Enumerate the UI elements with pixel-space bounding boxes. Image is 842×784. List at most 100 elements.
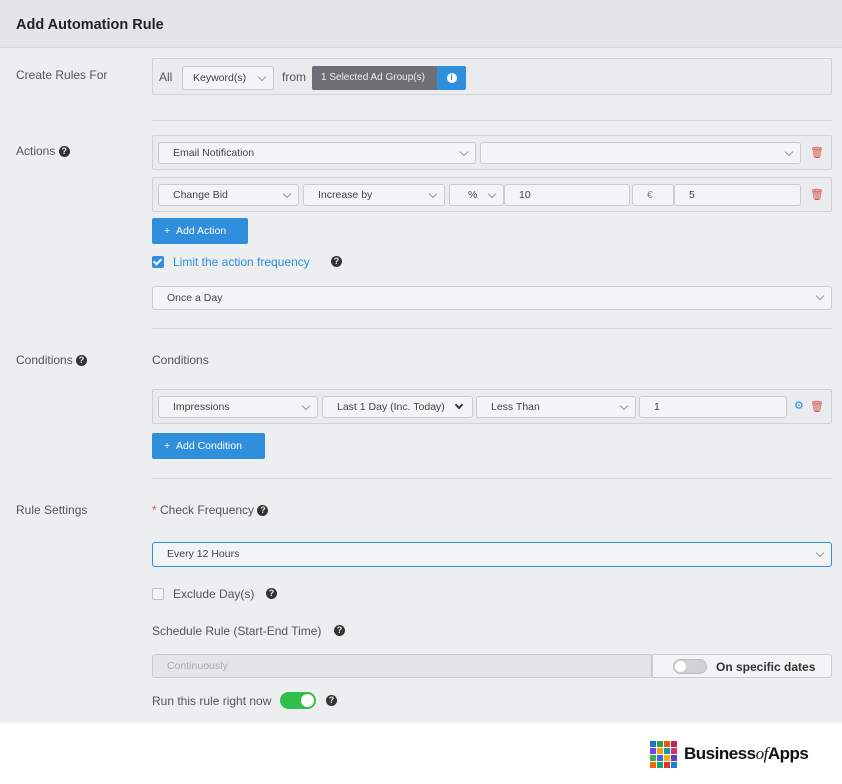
chevron-down-icon	[282, 189, 292, 199]
check-frequency-text: Check Frequency	[160, 503, 255, 517]
help-icon[interactable]: ?	[334, 625, 345, 636]
specific-dates-toggle[interactable]	[673, 659, 707, 674]
help-icon[interactable]: ?	[257, 505, 269, 517]
section-divider	[152, 120, 832, 121]
help-icon[interactable]: ?	[266, 588, 277, 599]
chevron-down-icon	[815, 548, 825, 558]
limit-input[interactable]: 5	[674, 184, 801, 206]
period-value: Last 1 Day (Inc. Today)	[337, 401, 445, 413]
actions-label: Actions ?	[16, 144, 70, 158]
currency-addon: €	[632, 184, 674, 206]
check-icon	[152, 256, 163, 266]
unit-select[interactable]: %	[449, 184, 504, 206]
trash-icon[interactable]: 🗑	[810, 188, 824, 201]
create-rules-label: Create Rules For	[16, 68, 108, 82]
currency-symbol: €	[647, 189, 653, 201]
chevron-down-icon	[459, 147, 469, 157]
add-condition-label: Add Condition	[175, 440, 242, 452]
chevron-down-icon	[619, 401, 629, 411]
action-select-2-value: Change Bid	[173, 189, 228, 201]
operator-select[interactable]: Less Than	[476, 396, 636, 418]
exclude-days-checkbox[interactable]	[152, 588, 164, 600]
conditions-heading: Conditions	[152, 353, 209, 367]
frequency-select[interactable]: Once a Day	[152, 286, 832, 310]
chevron-down-icon	[784, 147, 794, 157]
logo-wordmark: BusinessofApps	[684, 744, 809, 764]
chevron-down-icon	[454, 400, 464, 410]
limit-value: 5	[689, 189, 695, 201]
action-select-1[interactable]: Email Notification	[158, 142, 476, 164]
gear-icon[interactable]: ⚙	[794, 399, 804, 412]
chevron-down-icon	[301, 401, 311, 411]
check-frequency-label: * Check Frequency ?	[152, 503, 269, 517]
toggle-knob	[675, 661, 686, 672]
plus-icon: +	[164, 440, 171, 452]
panel-header: Add Automation Rule	[0, 0, 842, 48]
add-action-label: Add Action	[175, 225, 227, 237]
unit-value: %	[468, 189, 478, 201]
operator-value: Less Than	[491, 401, 540, 413]
chevron-down-icon	[257, 72, 267, 82]
info-glyph: i	[446, 73, 457, 83]
section-divider	[152, 478, 832, 479]
toggle-knob	[301, 694, 314, 707]
action-select-2[interactable]: Change Bid	[158, 184, 299, 206]
automation-rule-panel: Add Automation Rule Create Rules For All…	[0, 0, 842, 723]
chevron-down-icon	[487, 189, 497, 199]
chevron-down-icon	[428, 189, 438, 199]
amount-input[interactable]: 10	[504, 184, 630, 206]
logo-apps: Apps	[767, 744, 809, 763]
period-select[interactable]: Last 1 Day (Inc. Today)	[322, 396, 473, 418]
metric-value: Impressions	[173, 401, 230, 413]
specific-dates-label: On specific dates	[716, 660, 816, 674]
condition-value-input[interactable]: 1	[639, 396, 787, 418]
target-select[interactable]: Keyword(s)	[182, 66, 274, 90]
help-icon[interactable]: ?	[58, 146, 70, 158]
action-row-1: Email Notification 🗑	[152, 135, 832, 170]
logo-of: of	[755, 744, 769, 763]
rule-settings-label: Rule Settings	[16, 503, 88, 517]
required-mark: *	[152, 503, 157, 517]
bid-mode-select[interactable]: Increase by	[303, 184, 445, 206]
action-select-1-value: Email Notification	[173, 147, 255, 159]
check-frequency-value: Every 12 Hours	[167, 548, 240, 560]
action-row-2: Change Bid Increase by % 10 € 5 🗑	[152, 177, 832, 212]
section-divider	[152, 328, 832, 329]
add-action-button[interactable]: + Add Action	[152, 218, 248, 244]
help-icon[interactable]: ?	[331, 256, 342, 267]
action-value-select-1[interactable]	[480, 142, 801, 164]
from-text: from	[282, 70, 306, 84]
chevron-down-icon	[815, 291, 825, 301]
all-text: All	[159, 70, 173, 84]
logo-grid-icon	[650, 741, 677, 768]
create-rules-box: All Keyword(s) from 1 Selected Ad Group(…	[152, 58, 832, 95]
logo-business: Business	[684, 744, 756, 763]
trash-icon[interactable]: 🗑	[810, 146, 824, 159]
bid-mode-value: Increase by	[318, 189, 373, 201]
limit-frequency-checkbox[interactable]	[152, 256, 164, 268]
conditions-label-text: Conditions	[16, 353, 73, 367]
check-frequency-select[interactable]: Every 12 Hours	[152, 542, 832, 567]
run-now-toggle[interactable]	[280, 692, 316, 709]
help-icon[interactable]: ?	[326, 695, 337, 706]
help-icon[interactable]: ?	[76, 355, 88, 367]
specific-dates-control: On specific dates	[652, 654, 832, 678]
ad-group-button[interactable]: 1 Selected Ad Group(s) i	[312, 66, 466, 90]
plus-icon: +	[164, 225, 171, 237]
limit-frequency-label[interactable]: Limit the action frequency	[173, 255, 310, 269]
condition-row: Impressions Last 1 Day (Inc. Today) Less…	[152, 389, 832, 424]
frequency-value: Once a Day	[167, 292, 223, 304]
trash-icon[interactable]: 🗑	[810, 400, 824, 413]
schedule-input[interactable]: Continuously	[152, 654, 652, 678]
target-select-value: Keyword(s)	[193, 72, 247, 84]
conditions-label: Conditions ?	[16, 353, 88, 367]
exclude-days-label[interactable]: Exclude Day(s)	[173, 587, 254, 601]
page-title: Add Automation Rule	[16, 17, 164, 33]
metric-select[interactable]: Impressions	[158, 396, 318, 418]
schedule-placeholder: Continuously	[167, 660, 228, 672]
schedule-label: Schedule Rule (Start-End Time)	[152, 624, 322, 638]
ad-group-label: 1 Selected Ad Group(s)	[312, 66, 437, 90]
info-icon[interactable]: i	[437, 66, 466, 90]
add-condition-button[interactable]: + Add Condition	[152, 433, 265, 459]
actions-label-text: Actions	[16, 144, 56, 158]
